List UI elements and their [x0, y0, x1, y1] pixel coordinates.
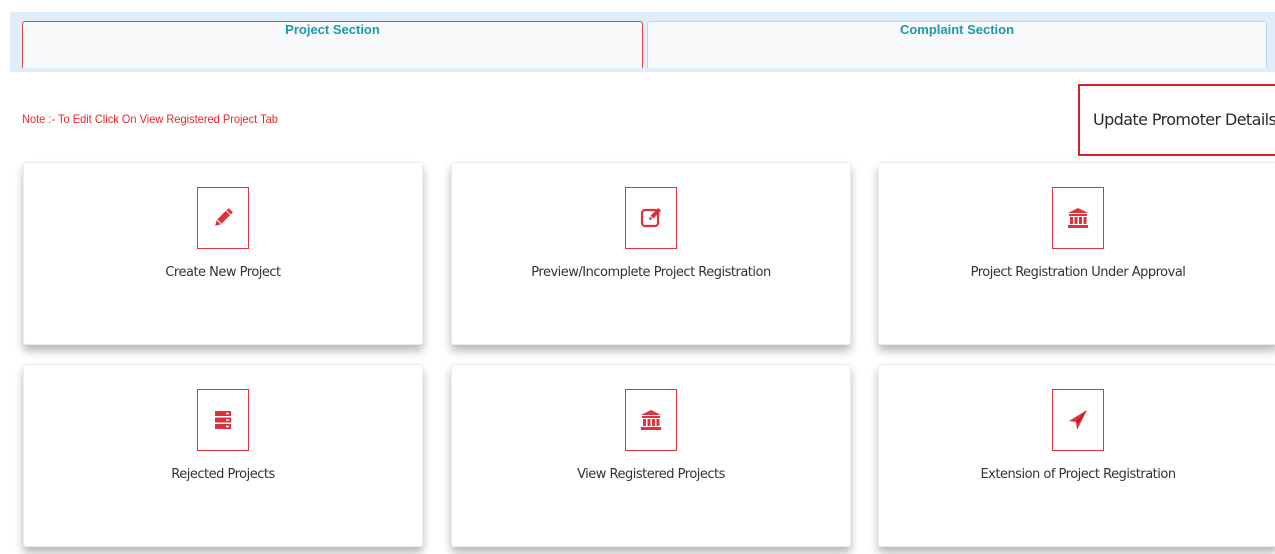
card-label: View Registered Projects — [577, 467, 725, 482]
server-list-icon — [197, 389, 249, 451]
card-label: Rejected Projects — [171, 467, 275, 482]
paper-plane-icon — [1052, 389, 1104, 451]
tab-complaint-section[interactable]: Complaint Section — [647, 21, 1267, 68]
tab-project-section[interactable]: Project Section — [22, 21, 643, 68]
pencil-icon — [197, 187, 249, 249]
card-label: Preview/Incomplete Project Registration — [531, 265, 771, 280]
card-label: Extension of Project Registration — [980, 467, 1176, 482]
institution-icon — [1052, 187, 1104, 249]
section-tab-bar: Project Section Complaint Section — [10, 12, 1275, 72]
card-label: Create New Project — [165, 265, 281, 280]
card-label: Project Registration Under Approval — [970, 265, 1186, 280]
view-registered-projects-card[interactable]: View Registered Projects — [451, 364, 851, 547]
institution-icon — [625, 389, 677, 451]
edit-note: Note :- To Edit Click On View Registered… — [22, 112, 278, 126]
update-promoter-details-button[interactable]: Update Promoter Details — [1078, 84, 1275, 156]
preview-incomplete-registration-card[interactable]: Preview/Incomplete Project Registration — [451, 162, 851, 345]
create-new-project-card[interactable]: Create New Project — [23, 162, 423, 345]
extension-of-registration-card[interactable]: Extension of Project Registration — [878, 364, 1275, 547]
registration-under-approval-card[interactable]: Project Registration Under Approval — [878, 162, 1275, 345]
edit-square-icon — [625, 187, 677, 249]
rejected-projects-card[interactable]: Rejected Projects — [23, 364, 423, 547]
